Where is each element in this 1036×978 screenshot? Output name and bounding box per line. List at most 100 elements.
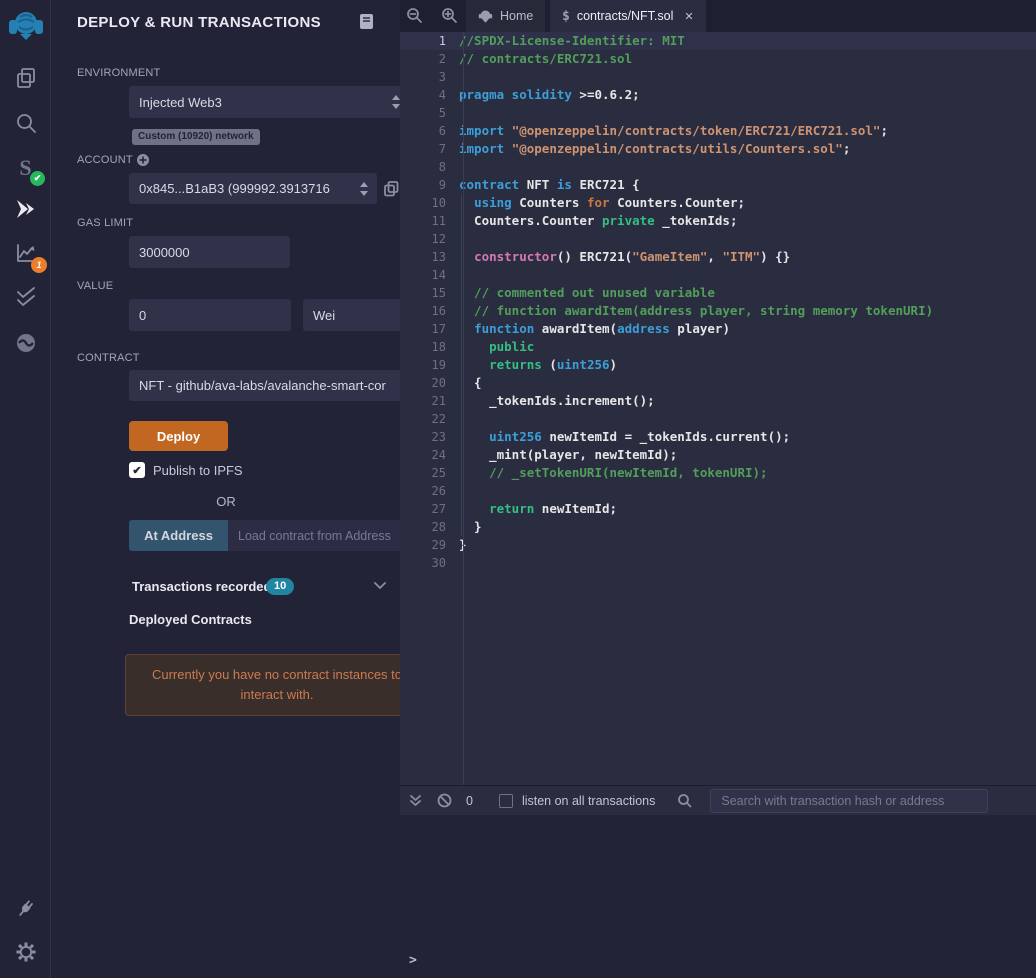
terminal-search-input[interactable] bbox=[710, 789, 988, 813]
line-content: import "@openzeppelin/contracts/utils/Co… bbox=[455, 140, 850, 158]
sidebar-item-plugin-manager[interactable] bbox=[0, 888, 51, 928]
line-number: 4 bbox=[400, 86, 455, 104]
code-line: 9contract NFT is ERC721 { bbox=[400, 176, 1036, 194]
transactions-recorded-label: Transactions recorded bbox=[132, 579, 271, 594]
line-number: 10 bbox=[400, 194, 455, 212]
terminal-search-icon bbox=[677, 793, 692, 808]
code-line: 2// contracts/ERC721.sol bbox=[400, 50, 1036, 68]
code-line: 4pragma solidity >=0.6.2; bbox=[400, 86, 1036, 104]
sidebar-item-file-explorer[interactable] bbox=[0, 58, 51, 98]
copy-account-icon[interactable] bbox=[384, 181, 399, 197]
line-number: 29 bbox=[400, 536, 455, 554]
line-content: //SPDX-License-Identifier: MIT bbox=[455, 32, 685, 50]
line-number: 22 bbox=[400, 410, 455, 428]
code-line: 16 // function awardItem(address player,… bbox=[400, 302, 1036, 320]
code-line: 6import "@openzeppelin/contracts/token/E… bbox=[400, 122, 1036, 140]
code-line: 3 bbox=[400, 68, 1036, 86]
environment-label: ENVIRONMENT bbox=[77, 67, 160, 79]
publish-ipfs-checkbox[interactable]: ✔ bbox=[129, 462, 145, 478]
line-number: 19 bbox=[400, 356, 455, 374]
code-line: 1//SPDX-License-Identifier: MIT bbox=[400, 32, 1036, 50]
sidebar-item-unit-testing[interactable] bbox=[0, 277, 51, 317]
sidebar-item-search[interactable] bbox=[0, 103, 51, 143]
line-number: 21 bbox=[400, 392, 455, 410]
transactions-recorded-row[interactable]: Transactions recorded 10 bbox=[52, 577, 400, 599]
code-editor[interactable]: 1//SPDX-License-Identifier: MIT2// contr… bbox=[400, 32, 1036, 785]
code-line: 21 _tokenIds.increment(); bbox=[400, 392, 1036, 410]
code-line: 23 uint256 newItemId = _tokenIds.current… bbox=[400, 428, 1036, 446]
code-line: 19 returns (uint256) bbox=[400, 356, 1036, 374]
remix-logo-icon bbox=[7, 7, 45, 45]
code-line: 29} bbox=[400, 536, 1036, 554]
account-select[interactable]: 0x845...B1aB3 (999992.3913716 bbox=[129, 173, 377, 204]
line-content bbox=[455, 230, 459, 248]
code-line: 26 bbox=[400, 482, 1036, 500]
tab-contracts-nft-sol[interactable]: $ contracts/NFT.sol ✕ bbox=[550, 0, 706, 32]
terminal-output[interactable]: > bbox=[400, 815, 1036, 978]
unit-testing-icon bbox=[13, 284, 39, 310]
docs-icon[interactable] bbox=[359, 13, 374, 30]
sidebar-item-analytics[interactable]: 1 bbox=[0, 233, 51, 273]
sidebar-item-debugger[interactable] bbox=[0, 323, 51, 363]
deploy-run-icon bbox=[13, 197, 39, 223]
value-input[interactable] bbox=[129, 299, 291, 331]
listen-transactions-checkbox[interactable] bbox=[499, 794, 513, 808]
contract-label: CONTRACT bbox=[77, 352, 140, 364]
line-content bbox=[455, 410, 459, 428]
tab-home[interactable]: Home bbox=[466, 0, 545, 32]
compiler-success-badge: ✔ bbox=[30, 171, 45, 186]
at-address-button[interactable]: At Address bbox=[129, 520, 228, 551]
line-number: 7 bbox=[400, 140, 455, 158]
publish-ipfs-row: ✔ Publish to IPFS bbox=[129, 462, 243, 478]
line-number: 5 bbox=[400, 104, 455, 122]
clear-console-icon[interactable] bbox=[437, 793, 452, 808]
code-line: 12 bbox=[400, 230, 1036, 248]
at-address-input[interactable] bbox=[228, 520, 426, 551]
panel-title: DEPLOY & RUN TRANSACTIONS bbox=[77, 14, 321, 31]
caret-updown-icon bbox=[359, 182, 369, 196]
code-line: 30 bbox=[400, 554, 1036, 572]
deploy-button[interactable]: Deploy bbox=[129, 421, 228, 451]
tab-home-label: Home bbox=[500, 9, 533, 23]
main-area: Home $ contracts/NFT.sol ✕ 1//SPDX-Licen… bbox=[400, 0, 1036, 978]
tab-strip: Home $ contracts/NFT.sol ✕ bbox=[400, 0, 1036, 32]
line-number: 15 bbox=[400, 284, 455, 302]
line-number: 24 bbox=[400, 446, 455, 464]
solidity-file-icon: $ bbox=[562, 9, 570, 24]
zoom-in-icon[interactable] bbox=[441, 7, 458, 24]
contract-select[interactable]: NFT - github/ava-labs/avalanche-smart-co… bbox=[129, 370, 426, 401]
line-number: 16 bbox=[400, 302, 455, 320]
remix-logo[interactable] bbox=[0, 6, 51, 46]
zoom-out-icon[interactable] bbox=[406, 7, 423, 24]
code-line: 18 public bbox=[400, 338, 1036, 356]
plugin-manager-icon bbox=[14, 896, 38, 920]
line-number: 6 bbox=[400, 122, 455, 140]
gas-limit-input[interactable] bbox=[129, 236, 290, 268]
line-number: 26 bbox=[400, 482, 455, 500]
add-account-icon[interactable] bbox=[136, 153, 150, 167]
code-line: 24 _mint(player, newItemId); bbox=[400, 446, 1036, 464]
value-label: VALUE bbox=[77, 280, 113, 292]
line-content: using Counters for Counters.Counter; bbox=[455, 194, 745, 212]
close-tab-icon[interactable]: ✕ bbox=[684, 10, 693, 23]
publish-ipfs-label: Publish to IPFS bbox=[153, 463, 243, 478]
gas-limit-label: GAS LIMIT bbox=[77, 217, 133, 229]
settings-icon bbox=[14, 940, 38, 964]
line-number: 3 bbox=[400, 68, 455, 86]
line-content: _mint(player, newItemId); bbox=[455, 446, 677, 464]
line-content: // contracts/ERC721.sol bbox=[455, 50, 632, 68]
line-number: 1 bbox=[400, 32, 455, 50]
sidebar-item-deploy-run[interactable] bbox=[0, 190, 51, 230]
or-divider: OR bbox=[52, 494, 400, 509]
environment-select[interactable]: Injected Web3 bbox=[129, 86, 409, 118]
sidebar-item-settings[interactable] bbox=[0, 932, 51, 972]
line-number: 14 bbox=[400, 266, 455, 284]
sidebar-item-solidity-compiler[interactable]: S ✔ bbox=[0, 148, 51, 188]
line-content bbox=[455, 68, 459, 86]
line-content: // commented out unused variable bbox=[455, 284, 715, 302]
expand-terminal-icon[interactable] bbox=[409, 794, 422, 808]
line-content: contract NFT is ERC721 { bbox=[455, 176, 640, 194]
no-instances-alert: Currently you have no contract instances… bbox=[125, 654, 429, 716]
remix-ide-window: S ✔ 1 bbox=[0, 0, 1036, 978]
chevron-down-icon[interactable] bbox=[374, 582, 386, 590]
